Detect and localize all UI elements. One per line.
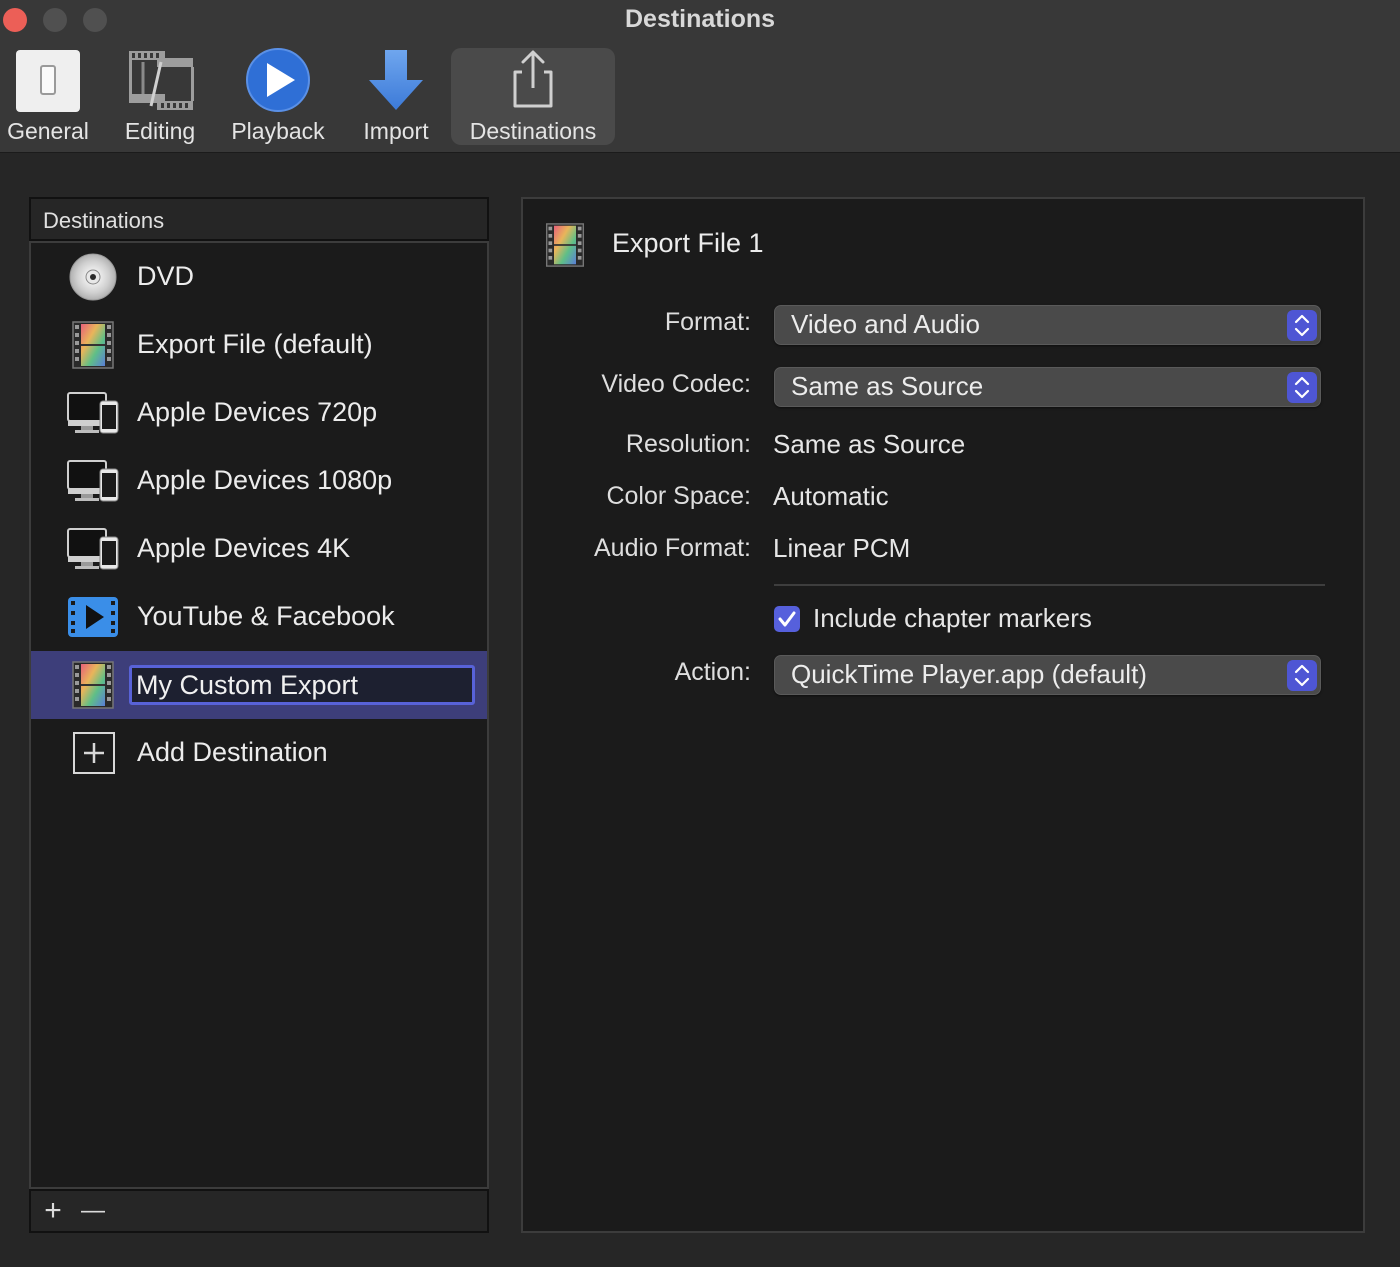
film-color-icon xyxy=(67,321,119,369)
list-item-apple-720p[interactable]: Apple Devices 720p xyxy=(31,379,487,447)
action-label: Action: xyxy=(674,658,751,686)
down-arrow-icon xyxy=(361,48,431,114)
resolution-value: Same as Source xyxy=(773,429,966,459)
window-toolbar: Destinations General Editing Playback Im… xyxy=(0,0,1400,153)
share-icon xyxy=(498,48,568,114)
format-label: Format: xyxy=(664,308,751,336)
destination-detail-panel: Export File 1 Format: Video and Audio Vi… xyxy=(521,197,1365,1233)
toolbar-label: Destinations xyxy=(469,118,597,144)
format-value: Video and Audio xyxy=(791,309,980,339)
apple-devices-icon xyxy=(67,525,119,573)
audio-format-value: Linear PCM xyxy=(773,533,911,563)
color-space-value: Automatic xyxy=(773,481,889,511)
action-value: QuickTime Player.app (default) xyxy=(791,659,1147,689)
play-circle-icon xyxy=(243,48,313,114)
list-item-label: YouTube & Facebook xyxy=(137,601,395,631)
remove-destination-button[interactable]: — xyxy=(77,1197,109,1227)
apple-devices-icon xyxy=(67,389,119,437)
toolbar-import[interactable]: Import xyxy=(354,48,438,145)
list-item-label: Export File (default) xyxy=(137,329,373,359)
audio-format-label: Audio Format: xyxy=(593,534,751,562)
list-item-label: Apple Devices 4K xyxy=(137,533,351,563)
list-item-label: Apple Devices 720p xyxy=(137,397,378,427)
apple-devices-icon xyxy=(67,457,119,505)
chevron-updown-icon xyxy=(1287,310,1317,341)
list-item-label: Apple Devices 1080p xyxy=(137,465,393,495)
list-item-apple-1080p[interactable]: Apple Devices 1080p xyxy=(31,447,487,515)
list-header-label: Destinations xyxy=(43,208,165,233)
destinations-list[interactable]: DVD Export File (default) Apple Devices … xyxy=(29,241,489,1189)
list-item-label: DVD xyxy=(137,261,195,291)
list-item-dvd[interactable]: DVD xyxy=(31,243,487,311)
toolbar-general[interactable]: General xyxy=(2,48,94,145)
switch-icon xyxy=(13,48,83,114)
dvd-icon xyxy=(67,253,119,301)
film-color-icon xyxy=(67,661,119,709)
action-popup[interactable]: QuickTime Player.app (default) xyxy=(774,655,1321,695)
toolbar-destinations[interactable]: Destinations xyxy=(451,48,615,145)
rename-input[interactable] xyxy=(136,669,466,701)
format-popup[interactable]: Video and Audio xyxy=(774,305,1321,345)
window-title: Destinations xyxy=(624,5,776,33)
rename-field[interactable] xyxy=(129,665,475,705)
include-chapter-markers-label[interactable]: Include chapter markers xyxy=(813,603,1092,634)
video-codec-label: Video Codec: xyxy=(601,370,751,398)
include-chapter-markers-checkbox[interactable] xyxy=(774,606,800,632)
video-codec-value: Same as Source xyxy=(791,371,984,401)
list-item-apple-4k[interactable]: Apple Devices 4K xyxy=(31,515,487,583)
section-divider xyxy=(774,584,1325,586)
list-item-label: Add Destination xyxy=(137,737,328,767)
add-destination-button[interactable]: + xyxy=(37,1196,69,1227)
list-item-export-file[interactable]: Export File (default) xyxy=(31,311,487,379)
plus-box-icon xyxy=(67,729,119,777)
list-item-youtube-facebook[interactable]: YouTube & Facebook xyxy=(31,583,487,651)
video-play-icon xyxy=(67,593,119,641)
film-color-icon xyxy=(543,223,587,267)
checkmark-icon xyxy=(778,611,796,627)
toolbar-editing[interactable]: Editing xyxy=(112,48,208,145)
list-item-add-destination[interactable]: Add Destination xyxy=(31,719,487,787)
video-codec-popup[interactable]: Same as Source xyxy=(774,367,1321,407)
toolbar-label: Playback xyxy=(231,118,325,144)
film-editing-icon xyxy=(125,48,195,114)
toolbar-label: Import xyxy=(363,118,429,144)
destinations-list-footer: + — xyxy=(29,1189,489,1233)
destinations-list-header: Destinations xyxy=(29,197,489,241)
toolbar-label: General xyxy=(7,118,89,144)
resolution-label: Resolution: xyxy=(625,430,751,458)
list-item-my-custom-export[interactable] xyxy=(31,651,487,719)
chevron-updown-icon xyxy=(1287,372,1317,403)
toolbar-playback[interactable]: Playback xyxy=(226,48,330,145)
color-space-label: Color Space: xyxy=(606,482,751,510)
toolbar-label: Editing xyxy=(124,118,196,144)
chevron-updown-icon xyxy=(1287,660,1317,691)
destination-title: Export File 1 xyxy=(612,228,764,258)
